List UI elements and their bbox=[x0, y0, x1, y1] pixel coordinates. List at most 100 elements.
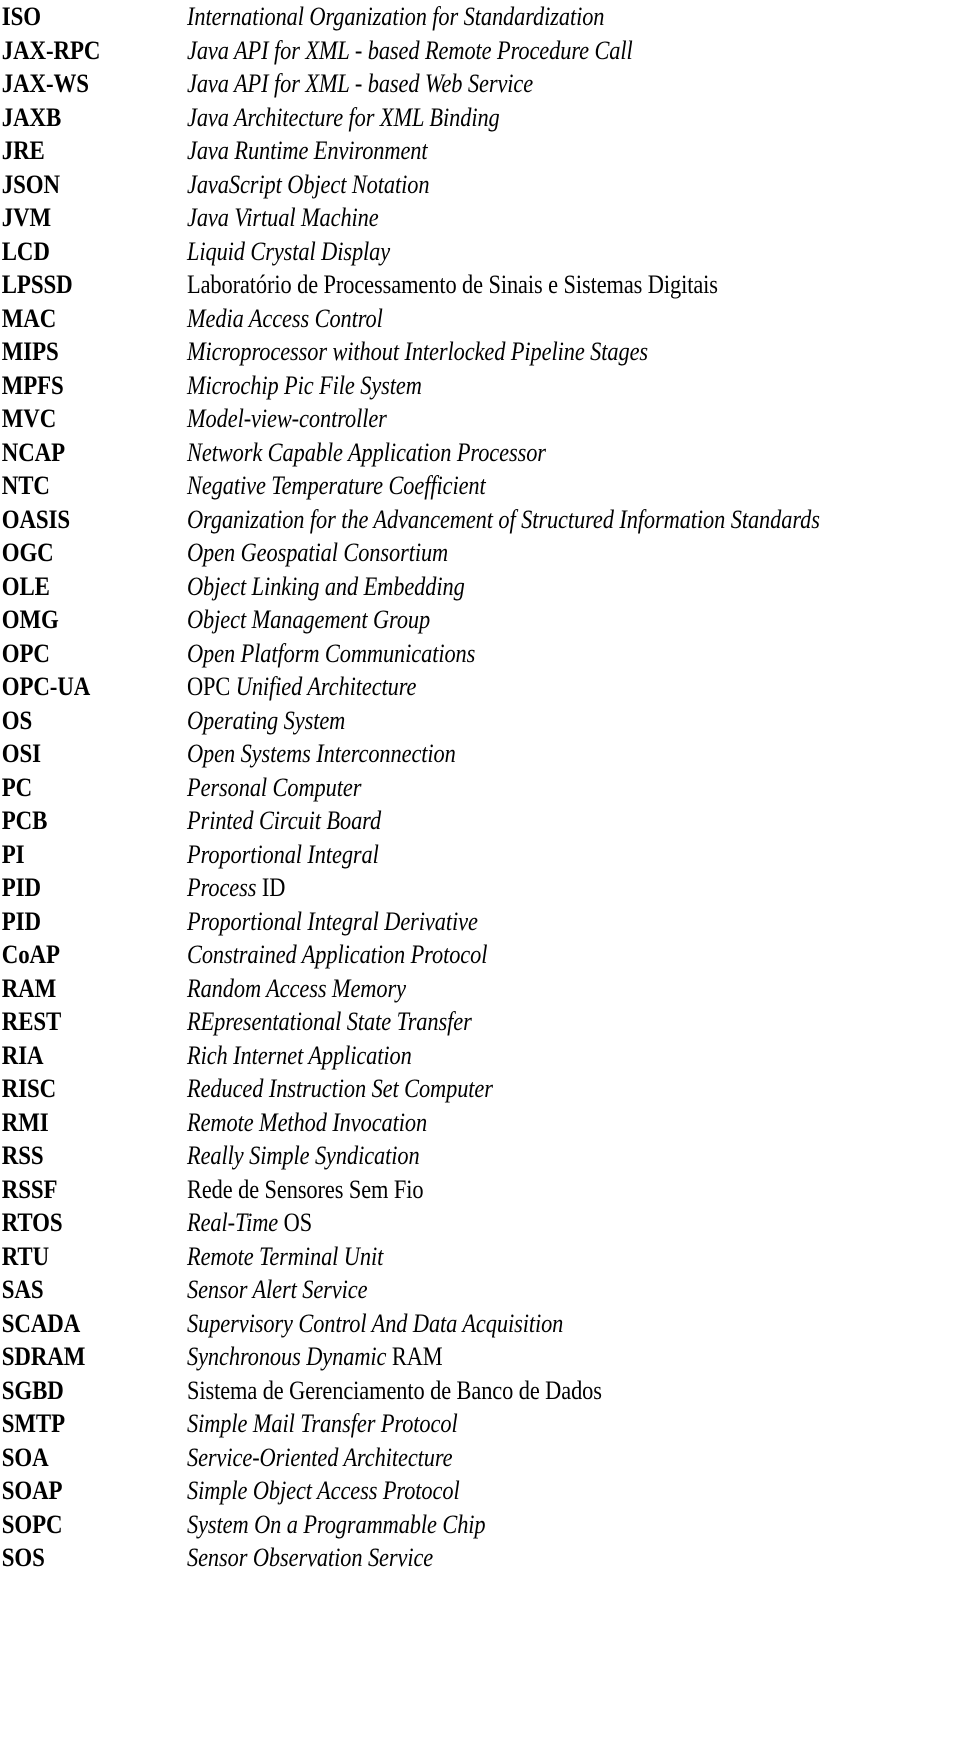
abbreviation-definition: Java API for XML - based Web Service bbox=[187, 69, 534, 98]
abbreviation-definition: Java Runtime Environment bbox=[187, 136, 428, 165]
abbreviation-definition: OPC Unified Architecture bbox=[187, 670, 852, 704]
abbreviation-definition: Real-Time OS bbox=[187, 1206, 852, 1240]
abbreviation-term: CoAP bbox=[1, 940, 60, 969]
abbreviation-term: RIA bbox=[1, 1040, 44, 1070]
abbreviation-list: ISO International Organization for Standa… bbox=[0, 0, 960, 1575]
abbreviation-row: RMI Remote Method Invocation bbox=[0, 1106, 960, 1140]
abbreviation-term: OS bbox=[1, 705, 33, 735]
abbreviation-definition: Constrained Application Protocol bbox=[187, 940, 488, 969]
abbreviation-term: JAXB bbox=[1, 102, 62, 132]
abbreviation-definition: Microprocessor without Interlocked Pipel… bbox=[187, 337, 649, 366]
abbreviation-row: SMTP Simple Mail Transfer Protocol bbox=[0, 1407, 960, 1441]
abbreviation-term: LPSSD bbox=[1, 270, 73, 299]
abbreviation-row: JAX-RPC Java API for XML - based Remote P… bbox=[0, 34, 960, 68]
abbreviation-definition: Operating System bbox=[187, 705, 346, 735]
abbreviation-term: SOPC bbox=[1, 1509, 63, 1539]
abbreviation-term: SAS bbox=[1, 1275, 44, 1304]
abbreviation-term: MIPS bbox=[1, 337, 59, 366]
abbreviation-row: JVM Java Virtual Machine bbox=[0, 201, 960, 235]
abbreviation-row: OGC Open Geospatial Consortium bbox=[0, 536, 960, 570]
abbreviation-term: OASIS bbox=[1, 504, 71, 534]
abbreviation-term: RSSF bbox=[1, 1174, 58, 1204]
abbreviation-definition: Laboratório de Processamento de Sinais e… bbox=[187, 270, 718, 299]
abbreviation-definition: Printed Circuit Board bbox=[187, 806, 382, 835]
abbreviation-definition: Really Simple Syndication bbox=[187, 1141, 420, 1170]
abbreviation-row: JAXB Java Architecture for XML Binding bbox=[0, 101, 960, 135]
abbreviation-row: PCB Printed Circuit Board bbox=[0, 804, 960, 838]
abbreviation-definition: Liquid Crystal Display bbox=[187, 236, 391, 266]
abbreviation-definition: Open Geospatial Consortium bbox=[187, 538, 449, 567]
abbreviation-row: SOA Service-Oriented Architecture bbox=[0, 1441, 960, 1475]
abbreviation-term: JVM bbox=[1, 203, 52, 232]
abbreviation-term: PID bbox=[1, 873, 41, 902]
abbreviation-term: ISO bbox=[1, 2, 41, 31]
abbreviation-row: OS Operating System bbox=[0, 704, 960, 738]
abbreviation-row: JAX-WS Java API for XML - based Web Servi… bbox=[0, 67, 960, 101]
abbreviation-definition: Remote Method Invocation bbox=[187, 1107, 428, 1137]
abbreviation-definition: Java API for XML - based Remote Procedur… bbox=[187, 35, 633, 65]
abbreviation-definition: Organization for the Advancement of Stru… bbox=[187, 504, 820, 534]
definition-roman-part: OPC bbox=[187, 672, 236, 701]
abbreviation-term: RTOS bbox=[1, 1208, 63, 1237]
abbreviation-row: RSS Really Simple Syndication bbox=[0, 1139, 960, 1173]
abbreviation-term: SDRAM bbox=[1, 1342, 86, 1371]
abbreviation-term: SOAP bbox=[1, 1476, 63, 1505]
abbreviation-row: SDRAM Synchronous Dynamic RAM bbox=[0, 1340, 960, 1374]
abbreviation-definition: Proportional Integral bbox=[187, 839, 379, 869]
abbreviation-term: NTC bbox=[1, 471, 50, 500]
abbreviation-definition: Service-Oriented Architecture bbox=[187, 1442, 453, 1472]
abbreviation-row: OLE Object Linking and Embedding bbox=[0, 570, 960, 604]
definition-italic-part: Unified Architecture bbox=[235, 672, 417, 701]
abbreviation-page: ISO International Organization for Standa… bbox=[0, 0, 960, 1745]
abbreviation-definition: JavaScript Object Notation bbox=[187, 169, 430, 199]
abbreviation-row: SOAP Simple Object Access Protocol bbox=[0, 1474, 960, 1508]
abbreviation-row: SOPC System On a Programmable Chip bbox=[0, 1508, 960, 1542]
abbreviation-definition: System On a Programmable Chip bbox=[187, 1509, 486, 1539]
abbreviation-row: PI Proportional Integral bbox=[0, 838, 960, 872]
abbreviation-definition: Microchip Pic File System bbox=[187, 370, 422, 400]
abbreviation-definition: Simple Object Access Protocol bbox=[187, 1476, 460, 1505]
abbreviation-definition: Proportional Integral Derivative bbox=[187, 906, 478, 936]
abbreviation-definition: International Organization for Standardi… bbox=[187, 2, 605, 31]
abbreviation-term: JRE bbox=[1, 136, 45, 165]
definition-italic-part: Real-Time bbox=[187, 1208, 284, 1237]
abbreviation-definition: Process ID bbox=[187, 871, 852, 905]
abbreviation-term: OPC-UA bbox=[1, 672, 91, 701]
abbreviation-term: PC bbox=[1, 772, 33, 802]
abbreviation-definition: Supervisory Control And Data Acquisition bbox=[187, 1308, 564, 1338]
abbreviation-term: NCAP bbox=[1, 437, 65, 467]
definition-roman-part: OS bbox=[283, 1208, 313, 1237]
abbreviation-term: OSI bbox=[1, 739, 41, 768]
abbreviation-row: NCAP Network Capable Application Processo… bbox=[0, 436, 960, 470]
abbreviation-term: SMTP bbox=[1, 1409, 65, 1438]
abbreviation-term: JSON bbox=[1, 169, 60, 199]
abbreviation-row: CoAP Constrained Application Protocol bbox=[0, 938, 960, 972]
definition-roman-part: ID bbox=[261, 873, 286, 902]
abbreviation-definition: Java Virtual Machine bbox=[187, 203, 379, 232]
abbreviation-row: RTOS Real-Time OS bbox=[0, 1206, 960, 1240]
abbreviation-row: OMG Object Management Group bbox=[0, 603, 960, 637]
abbreviation-row: SCADA Supervisory Control And Data Acquis… bbox=[0, 1307, 960, 1341]
abbreviation-row: SAS Sensor Alert Service bbox=[0, 1273, 960, 1307]
abbreviation-term: RAM bbox=[1, 973, 57, 1003]
abbreviation-term: MPFS bbox=[1, 370, 64, 400]
abbreviation-definition: Synchronous Dynamic RAM bbox=[187, 1340, 852, 1374]
abbreviation-definition: REpresentational State Transfer bbox=[187, 1007, 472, 1036]
abbreviation-term: OPC bbox=[1, 638, 50, 668]
abbreviation-definition: Sistema de Gerenciamento de Banco de Dad… bbox=[187, 1375, 602, 1405]
abbreviation-row: LPSSD Laboratório de Processamento de Sin… bbox=[0, 268, 960, 302]
abbreviation-term: JAX-RPC bbox=[1, 35, 101, 65]
abbreviation-row: RAM Random Access Memory bbox=[0, 972, 960, 1006]
abbreviation-definition: Sensor Observation Service bbox=[187, 1543, 434, 1572]
abbreviation-term: MVC bbox=[1, 404, 57, 433]
abbreviation-definition: Rich Internet Application bbox=[187, 1040, 412, 1070]
abbreviation-row: RISC Reduced Instruction Set Computer bbox=[0, 1072, 960, 1106]
abbreviation-row: MVC Model-view-controller bbox=[0, 402, 960, 436]
abbreviation-row: NTC Negative Temperature Coefficient bbox=[0, 469, 960, 503]
definition-italic-part: Synchronous Dynamic bbox=[187, 1342, 392, 1371]
abbreviation-row: JRE Java Runtime Environment bbox=[0, 134, 960, 168]
abbreviation-row: OSI Open Systems Interconnection bbox=[0, 737, 960, 771]
abbreviation-row: ISO International Organization for Standa… bbox=[0, 0, 960, 34]
abbreviation-term: SOS bbox=[1, 1543, 45, 1572]
abbreviation-row: OPC-UA OPC Unified Architecture bbox=[0, 670, 960, 704]
